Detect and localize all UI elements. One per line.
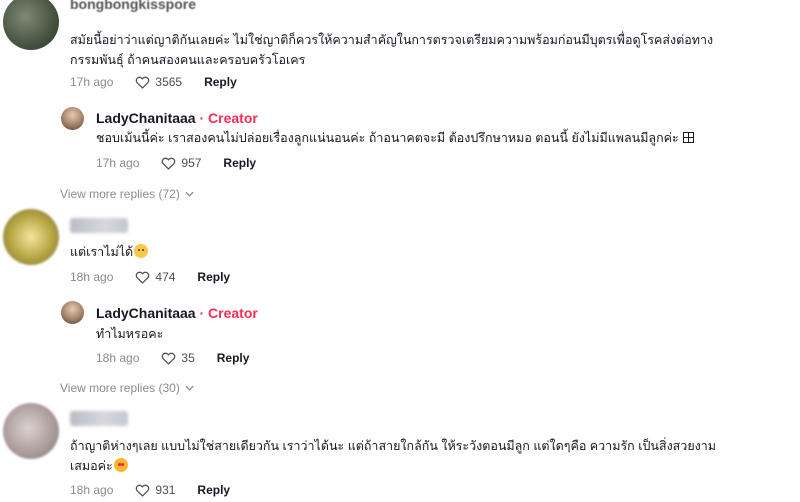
comment-text: เสมอค่ะ	[70, 456, 128, 476]
reply-button[interactable]: Reply	[223, 156, 256, 170]
chevron-down-icon	[185, 191, 194, 197]
reply-button[interactable]: Reply	[217, 351, 250, 365]
comment-time: 18h ago	[70, 270, 114, 284]
view-more-label: View more replies (72)	[60, 187, 180, 201]
heart-outline-icon	[136, 76, 150, 89]
commenter-username[interactable]	[70, 411, 128, 426]
comment-time: 18h ago	[70, 483, 114, 497]
chevron-down-icon	[185, 385, 194, 391]
comment-text: ถ้าญาติห่างๆเลย แบบไม่ใช่สายเดียวกัน เรา…	[70, 439, 717, 453]
comment-text-content: แต่เราไม่ได้	[70, 245, 134, 259]
reply-button[interactable]: Reply	[197, 270, 230, 284]
creator-username[interactable]: LadyChanitaaa · Creator	[96, 110, 258, 126]
reply-text: ชอบเม้นนี้ค่ะ เราสองคนไม่ปล่อยเรื่องลูกแ…	[96, 128, 694, 148]
comment-text: สมัยนี้อย่าว่าแต่ญาติกันเลยค่ะ ไม่ใช่ญาต…	[70, 33, 714, 47]
commenter-avatar[interactable]	[3, 403, 59, 459]
view-more-replies[interactable]: View more replies (30)	[60, 381, 194, 395]
like-button[interactable]: 3565	[135, 75, 182, 89]
sad-face-emoji-icon	[134, 244, 149, 258]
like-button[interactable]: 931	[135, 483, 175, 497]
comment-time: 17h ago	[70, 75, 114, 89]
heart-eyes-emoji-icon	[113, 458, 128, 472]
creator-username[interactable]: LadyChanitaaa · Creator	[96, 305, 258, 321]
like-button[interactable]: 474	[135, 270, 175, 284]
like-count: 3565	[155, 75, 183, 89]
like-count: 957	[181, 156, 202, 170]
heart-outline-icon	[136, 484, 150, 497]
commenter-username[interactable]	[70, 218, 128, 233]
creator-avatar[interactable]	[61, 107, 84, 130]
heart-outline-icon	[162, 157, 176, 170]
like-count: 35	[181, 351, 195, 365]
reply-button[interactable]: Reply	[197, 483, 230, 497]
heart-outline-icon	[162, 352, 176, 365]
comment-text-content: เสมอค่ะ	[70, 459, 113, 473]
reply-text-content: ชอบเม้นนี้ค่ะ เราสองคนไม่ปล่อยเรื่องลูกแ…	[96, 131, 679, 145]
view-more-replies[interactable]: View more replies (72)	[60, 187, 194, 201]
view-more-label: View more replies (30)	[60, 381, 180, 395]
reply-time: 17h ago	[96, 156, 140, 170]
reply-meta: 17h ago 957 Reply	[96, 154, 256, 172]
like-count: 474	[155, 270, 176, 284]
heart-outline-icon	[136, 271, 150, 284]
comment-meta: 17h ago 3565 Reply	[70, 73, 237, 91]
comment-text: กรรมพันธุ์ ถ้าคนสองคนและครอบครัวโอเคร	[70, 53, 306, 67]
creator-name: LadyChanitaaa	[96, 305, 196, 321]
commenter-avatar[interactable]	[3, 209, 59, 265]
commenter-avatar[interactable]	[3, 0, 59, 50]
grid-emoji-icon	[682, 132, 694, 143]
reply-time: 18h ago	[96, 351, 140, 365]
creator-badge: · Creator	[195, 110, 258, 126]
comment-text: แต่เราไม่ได้	[70, 242, 149, 262]
commenter-username[interactable]: bongbongkisspore	[70, 0, 196, 12]
creator-name: LadyChanitaaa	[96, 110, 196, 126]
reply-button[interactable]: Reply	[204, 75, 237, 89]
like-button[interactable]: 957	[161, 156, 201, 170]
comment-meta: 18h ago 931 Reply	[70, 481, 230, 499]
like-count: 931	[155, 483, 176, 497]
creator-avatar[interactable]	[61, 301, 84, 324]
reply-text: ทำไมหรอคะ	[96, 327, 164, 341]
like-button[interactable]: 35	[161, 351, 195, 365]
creator-badge: · Creator	[195, 305, 258, 321]
reply-meta: 18h ago 35 Reply	[96, 349, 249, 367]
comment-meta: 18h ago 474 Reply	[70, 268, 230, 286]
